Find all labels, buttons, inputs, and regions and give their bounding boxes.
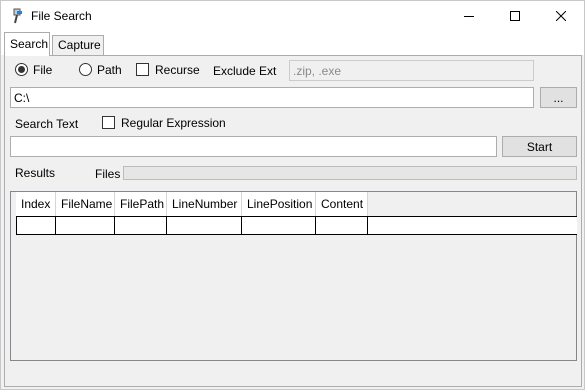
table-cell[interactable] bbox=[115, 217, 167, 234]
column-header-index[interactable]: Index bbox=[16, 192, 56, 216]
title-bar: File Search bbox=[1, 1, 584, 31]
recurse-label: Recurse bbox=[155, 63, 200, 77]
results-grid[interactable]: Index FileName FilePath LineNumber LineP… bbox=[10, 191, 577, 361]
close-button[interactable] bbox=[538, 1, 584, 31]
maximize-icon bbox=[510, 11, 520, 21]
search-text-input[interactable] bbox=[10, 136, 497, 157]
maximize-button[interactable] bbox=[492, 1, 538, 31]
path-radio[interactable] bbox=[79, 63, 92, 76]
column-header-linenumber[interactable]: LineNumber bbox=[167, 192, 242, 216]
files-label: Files bbox=[95, 167, 121, 181]
files-progress-bar bbox=[123, 166, 577, 180]
table-cell[interactable] bbox=[16, 217, 56, 234]
table-cell[interactable] bbox=[316, 217, 368, 234]
file-search-app-icon bbox=[11, 8, 25, 24]
column-header-filepath[interactable]: FilePath bbox=[115, 192, 167, 216]
table-row[interactable] bbox=[16, 216, 577, 235]
minimize-button[interactable] bbox=[446, 1, 492, 31]
recurse-checkbox[interactable] bbox=[136, 63, 149, 76]
start-button[interactable]: Start bbox=[502, 136, 577, 157]
results-grid-header: Index FileName FilePath LineNumber LineP… bbox=[16, 192, 368, 216]
tab-capture[interactable]: Capture bbox=[52, 35, 104, 55]
results-label: Results bbox=[15, 166, 56, 180]
search-text-label: Search Text bbox=[15, 117, 79, 131]
table-cell[interactable] bbox=[242, 217, 316, 234]
window-title: File Search bbox=[31, 9, 92, 23]
column-header-lineposition[interactable]: LinePosition bbox=[242, 192, 316, 216]
regex-label: Regular Expression bbox=[121, 116, 226, 130]
tab-strip: Search Capture bbox=[1, 31, 584, 56]
exclude-ext-placeholder: .zip, .exe bbox=[293, 64, 342, 78]
file-radio-label: File bbox=[33, 63, 53, 77]
close-icon bbox=[556, 11, 566, 21]
file-radio[interactable] bbox=[15, 63, 28, 76]
tab-search[interactable]: Search bbox=[4, 32, 50, 56]
browse-button[interactable]: ... bbox=[540, 87, 577, 108]
exclude-ext-input[interactable]: .zip, .exe bbox=[289, 60, 534, 81]
column-header-filename[interactable]: FileName bbox=[56, 192, 115, 216]
exclude-ext-label: Exclude Ext bbox=[213, 64, 277, 78]
app-window: File Search Search Capture File Path Rec… bbox=[0, 0, 585, 390]
table-cell[interactable] bbox=[167, 217, 242, 234]
table-cell[interactable] bbox=[56, 217, 115, 234]
regex-checkbox[interactable] bbox=[102, 116, 115, 129]
path-input[interactable]: C:\ bbox=[10, 87, 534, 108]
minimize-icon bbox=[464, 11, 474, 21]
column-header-content[interactable]: Content bbox=[316, 192, 368, 216]
path-radio-label: Path bbox=[97, 63, 122, 77]
